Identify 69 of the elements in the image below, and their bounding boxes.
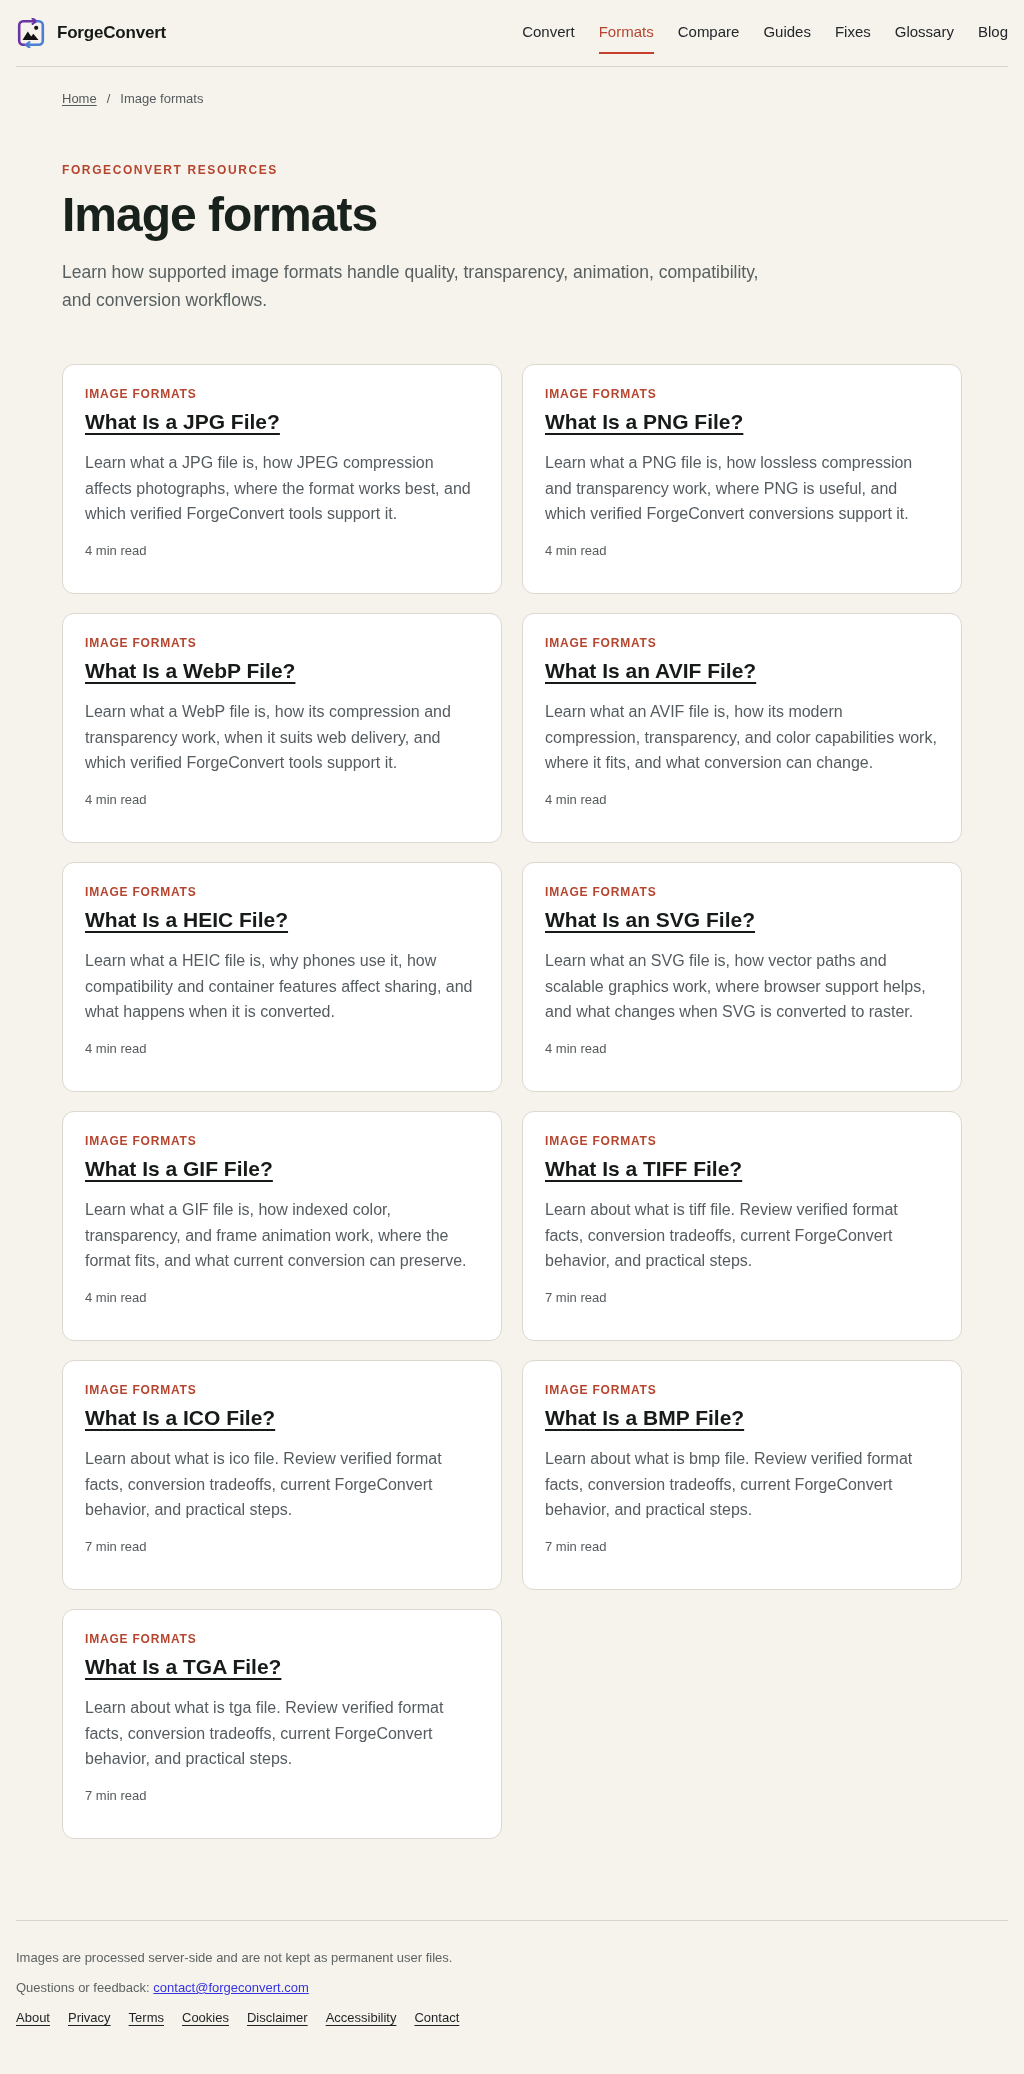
nav-link[interactable]: Blog bbox=[977, 12, 1008, 54]
breadcrumb-current: Image formats bbox=[120, 90, 204, 108]
footer-link[interactable]: Contact bbox=[414, 2008, 460, 2028]
card-description: Learn about what is bmp file. Review verified format facts, conversion tradeoffs, current ForgeConvert behavior, and practical steps. bbox=[545, 1449, 914, 1520]
article-link[interactable]: What Is a BMP File? bbox=[545, 1406, 745, 1429]
article-link[interactable]: What Is a TGA File? bbox=[85, 1655, 282, 1678]
email-link[interactable]: contact@forgeconvert.com bbox=[153, 1980, 309, 1995]
read-time: 7 min read bbox=[545, 1288, 608, 1307]
footer-link[interactable]: Privacy bbox=[68, 2008, 111, 2028]
read-time: 7 min read bbox=[545, 1537, 608, 1556]
footer-link[interactable]: Accessibility bbox=[325, 2008, 397, 2028]
nav-link[interactable]: Convert bbox=[522, 12, 575, 54]
card-description: Learn what a GIF file is, how indexed color, transparency, and frame animation work, where the format fits, and what current conversion can preserve. bbox=[85, 1200, 468, 1271]
read-time: 4 min read bbox=[85, 1039, 148, 1058]
card-description: Learn about what is tiff file. Review verified format facts, conversion tradeoffs, current ForgeConvert behavior, and practical steps. bbox=[545, 1200, 899, 1271]
card-description: Learn what a PNG file is, how lossless compression and transparency work, where PNG is useful, and which verified ForgeConvert conversions support it. bbox=[545, 453, 914, 524]
privacy-note: Images are processed server-side and are not kept as permanent user files. bbox=[16, 1949, 454, 1967]
article-link[interactable]: What Is a HEIC File? bbox=[85, 908, 289, 931]
article-link[interactable]: What Is a GIF File? bbox=[85, 1157, 273, 1180]
category-label: IMAGE FORMATS bbox=[545, 1133, 658, 1149]
page-title: Image formats bbox=[62, 188, 379, 241]
page-intro: Learn how supported image formats handle quality, transparency, animation, compatibility, and conversion workflows. bbox=[62, 261, 760, 312]
category-label: IMAGE FORMATS bbox=[85, 884, 198, 900]
read-time: 7 min read bbox=[85, 1537, 148, 1556]
category-label: IMAGE FORMATS bbox=[545, 884, 658, 900]
read-time: 4 min read bbox=[85, 790, 148, 809]
breadcrumb-separator: / bbox=[106, 90, 111, 108]
footer-link[interactable]: Cookies bbox=[182, 2008, 229, 2028]
footer-link[interactable]: About bbox=[16, 2008, 50, 2028]
category-label: IMAGE FORMATS bbox=[545, 635, 658, 651]
contact-line: Questions or feedback: contact@forgeconvert.com bbox=[16, 1979, 310, 1997]
logo-icon bbox=[16, 18, 46, 48]
article-link[interactable]: What Is a ICO File? bbox=[85, 1406, 276, 1429]
read-time: 7 min read bbox=[85, 1786, 148, 1805]
nav-link[interactable]: Fixes bbox=[834, 12, 871, 54]
category-label: IMAGE FORMATS bbox=[85, 1133, 198, 1149]
card-description: Learn what a WebP file is, how its compression and transparency work, when it suits web delivery, and which verified ForgeConvert tools support it. bbox=[85, 702, 452, 773]
category-label: IMAGE FORMATS bbox=[545, 1382, 658, 1398]
article-link[interactable]: What Is an SVG File? bbox=[545, 908, 756, 931]
footer-link[interactable]: Disclaimer bbox=[246, 2008, 308, 2028]
card-description: Learn what a HEIC file is, why phones use it, how compatibility and container features affect sharing, and what happens when it is converted. bbox=[85, 951, 474, 1022]
card-description: Learn what a JPG file is, how JPEG compression affects photographs, where the format works best, and which verified ForgeConvert tools support it. bbox=[85, 453, 472, 524]
article-link[interactable]: What Is an AVIF File? bbox=[545, 659, 757, 682]
category-label: IMAGE FORMATS bbox=[545, 386, 658, 402]
nav-link[interactable]: Glossary bbox=[894, 12, 954, 54]
card-description: Learn about what is ico file. Review verified format facts, conversion tradeoffs, current ForgeConvert behavior, and practical steps. bbox=[85, 1449, 443, 1520]
breadcrumb-link[interactable]: Home bbox=[62, 90, 97, 108]
category-label: IMAGE FORMATS bbox=[85, 1382, 198, 1398]
category-label: IMAGE FORMATS bbox=[85, 1631, 198, 1647]
card-description: Learn about what is tga file. Review verified format facts, conversion tradeoffs, current ForgeConvert behavior, and practical steps. bbox=[85, 1698, 445, 1769]
read-time: 4 min read bbox=[85, 1288, 148, 1307]
nav-link[interactable]: Formats bbox=[598, 12, 654, 54]
nav-link[interactable]: Guides bbox=[763, 12, 811, 54]
read-time: 4 min read bbox=[545, 1039, 608, 1058]
brand-link[interactable]: ForgeConvert bbox=[16, 18, 167, 48]
card-description: Learn what an SVG file is, how vector paths and scalable graphics work, where browser support helps, and what changes when SVG is converted to raster. bbox=[545, 951, 927, 1022]
category-label: IMAGE FORMATS bbox=[85, 386, 198, 402]
article-link[interactable]: What Is a WebP File? bbox=[85, 659, 296, 682]
article-link[interactable]: What Is a TIFF File? bbox=[545, 1157, 743, 1180]
read-time: 4 min read bbox=[545, 790, 608, 809]
nav-link[interactable]: Compare bbox=[677, 12, 740, 54]
article-link[interactable]: What Is a PNG File? bbox=[545, 410, 744, 433]
read-time: 4 min read bbox=[85, 541, 148, 560]
eyebrow-label: FORGECONVERT RESOURCES bbox=[62, 162, 279, 178]
article-link[interactable]: What Is a JPG File? bbox=[85, 410, 280, 433]
footer-link[interactable]: Terms bbox=[128, 2008, 164, 2028]
card-description: Learn what an AVIF file is, how its modern compression, transparency, and color capabilities work, where it fits, and what conversion can change. bbox=[545, 702, 938, 773]
read-time: 4 min read bbox=[545, 541, 608, 560]
category-label: IMAGE FORMATS bbox=[85, 635, 198, 651]
